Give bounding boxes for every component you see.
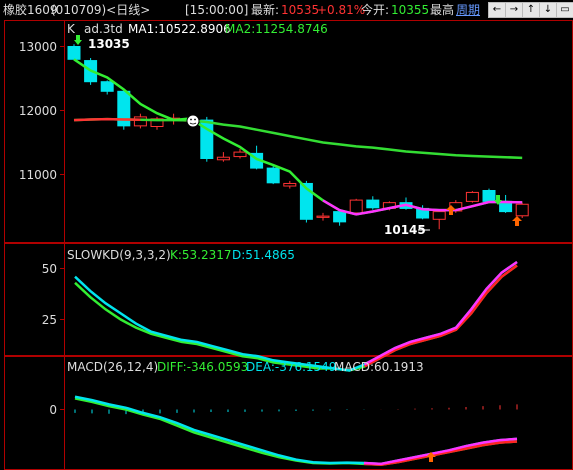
macd-legend-macd: MACD:60.1913 bbox=[334, 360, 424, 374]
macd-plot bbox=[74, 395, 518, 467]
chart-area[interactable]: 13000 12000 11000 K ad.3td MA1:10522.890… bbox=[0, 20, 573, 470]
zoom-in-button[interactable]: ↑ bbox=[522, 2, 540, 18]
kd-legend-d: D:51.4865 bbox=[232, 248, 295, 262]
candle bbox=[366, 196, 380, 210]
macd-legend-dea: DEA:-376.1549 bbox=[246, 360, 336, 374]
open-label: 今开: bbox=[361, 3, 390, 17]
candle bbox=[216, 152, 230, 162]
candle bbox=[117, 90, 131, 130]
period-link[interactable]: 周期 bbox=[456, 3, 480, 17]
legend-ma1: MA1:10522.8906 bbox=[128, 22, 231, 36]
candle-body bbox=[432, 211, 446, 220]
price-legend: K ad.3td MA1:10522.8906 MA2:11254.8746 bbox=[67, 22, 328, 36]
candle bbox=[67, 44, 81, 60]
candle bbox=[100, 80, 114, 95]
quote-header: 橡胶1609 (010709)<日线> [15:00:00] 最新: 10535… bbox=[0, 0, 573, 20]
code-period: (010709)<日线> bbox=[51, 3, 151, 17]
candle-body bbox=[233, 151, 247, 158]
kd-d-line bbox=[74, 264, 518, 372]
scroll-left-button[interactable]: ← bbox=[488, 2, 506, 18]
price-tick-11000: 11000 bbox=[19, 168, 57, 182]
change-percent: +0.81% bbox=[317, 3, 366, 17]
price-plot bbox=[67, 44, 529, 230]
macd-tick-0: 0 bbox=[49, 403, 57, 417]
macd-legend: MACD(26,12,4) DIFF:-346.0593 DEA:-376.15… bbox=[67, 360, 424, 374]
scroll-right-button[interactable]: → bbox=[505, 2, 523, 18]
kd-legend-k: K:53.2317 bbox=[170, 248, 232, 262]
candle bbox=[316, 212, 330, 221]
buy-arrow-icon bbox=[512, 216, 522, 226]
high-label: 最高 bbox=[430, 3, 455, 17]
kd-legend-name: SLOWKD(9,3,3,2) bbox=[67, 248, 171, 262]
candle-body bbox=[349, 199, 363, 214]
kd-legend: SLOWKD(9,3,3,2) K:53.2317 D:51.4865 bbox=[67, 248, 295, 262]
candle-body bbox=[465, 191, 479, 202]
candle-body bbox=[100, 81, 114, 92]
price-tick-12000: 12000 bbox=[19, 104, 57, 118]
latest-value: 10535 bbox=[281, 3, 320, 17]
symbol-name: 橡胶1609 bbox=[3, 3, 58, 17]
candle-body bbox=[133, 116, 147, 127]
candle-body bbox=[515, 203, 529, 217]
candle-body bbox=[283, 182, 297, 187]
macd-legend-name: MACD(26,12,4) bbox=[67, 360, 158, 374]
kd-tick-25: 25 bbox=[42, 313, 57, 327]
price-panel-frame bbox=[4, 20, 573, 243]
macd-legend-diff: DIFF:-346.0593 bbox=[157, 360, 248, 374]
candle bbox=[349, 198, 363, 215]
candle bbox=[515, 202, 529, 219]
candle bbox=[499, 194, 513, 213]
kd-k-line-up bbox=[363, 260, 518, 366]
candle-body bbox=[67, 46, 81, 60]
kd-tick-50: 50 bbox=[42, 262, 57, 276]
price-tick-13000: 13000 bbox=[19, 40, 57, 54]
quote-time: [15:00:00] bbox=[185, 3, 249, 17]
macd-diff-line bbox=[74, 395, 518, 466]
candle-body bbox=[266, 167, 280, 184]
candle-body bbox=[482, 190, 496, 202]
candle bbox=[283, 180, 297, 189]
latest-label: 最新: bbox=[251, 3, 280, 17]
ma-long-line-red bbox=[73, 117, 141, 122]
kd-plot bbox=[74, 260, 518, 372]
legend-k: K bbox=[67, 22, 76, 36]
kd-k-line bbox=[74, 260, 518, 372]
legend-ad: ad.3td bbox=[84, 22, 123, 36]
layout-button[interactable]: ▭ bbox=[556, 2, 573, 18]
candle-body bbox=[216, 156, 230, 161]
open-value: 10355 bbox=[391, 3, 430, 17]
zoom-out-button[interactable]: ↓ bbox=[539, 2, 557, 18]
candle-body bbox=[333, 211, 347, 223]
smiley-signal-icon bbox=[186, 114, 200, 128]
kd-yaxis: 50 25 bbox=[42, 262, 57, 327]
macd-dea-line bbox=[74, 397, 518, 467]
candle bbox=[465, 191, 479, 203]
legend-ma2: MA2:11254.8746 bbox=[225, 22, 328, 36]
high-annotation: 13035 bbox=[88, 37, 130, 51]
macd-yaxis: 0 bbox=[49, 403, 57, 417]
price-yaxis: 13000 12000 11000 bbox=[19, 40, 57, 182]
candle-body bbox=[366, 199, 380, 209]
candle bbox=[432, 209, 446, 230]
sell-arrow-icon bbox=[74, 35, 82, 45]
candle-body bbox=[316, 215, 330, 218]
